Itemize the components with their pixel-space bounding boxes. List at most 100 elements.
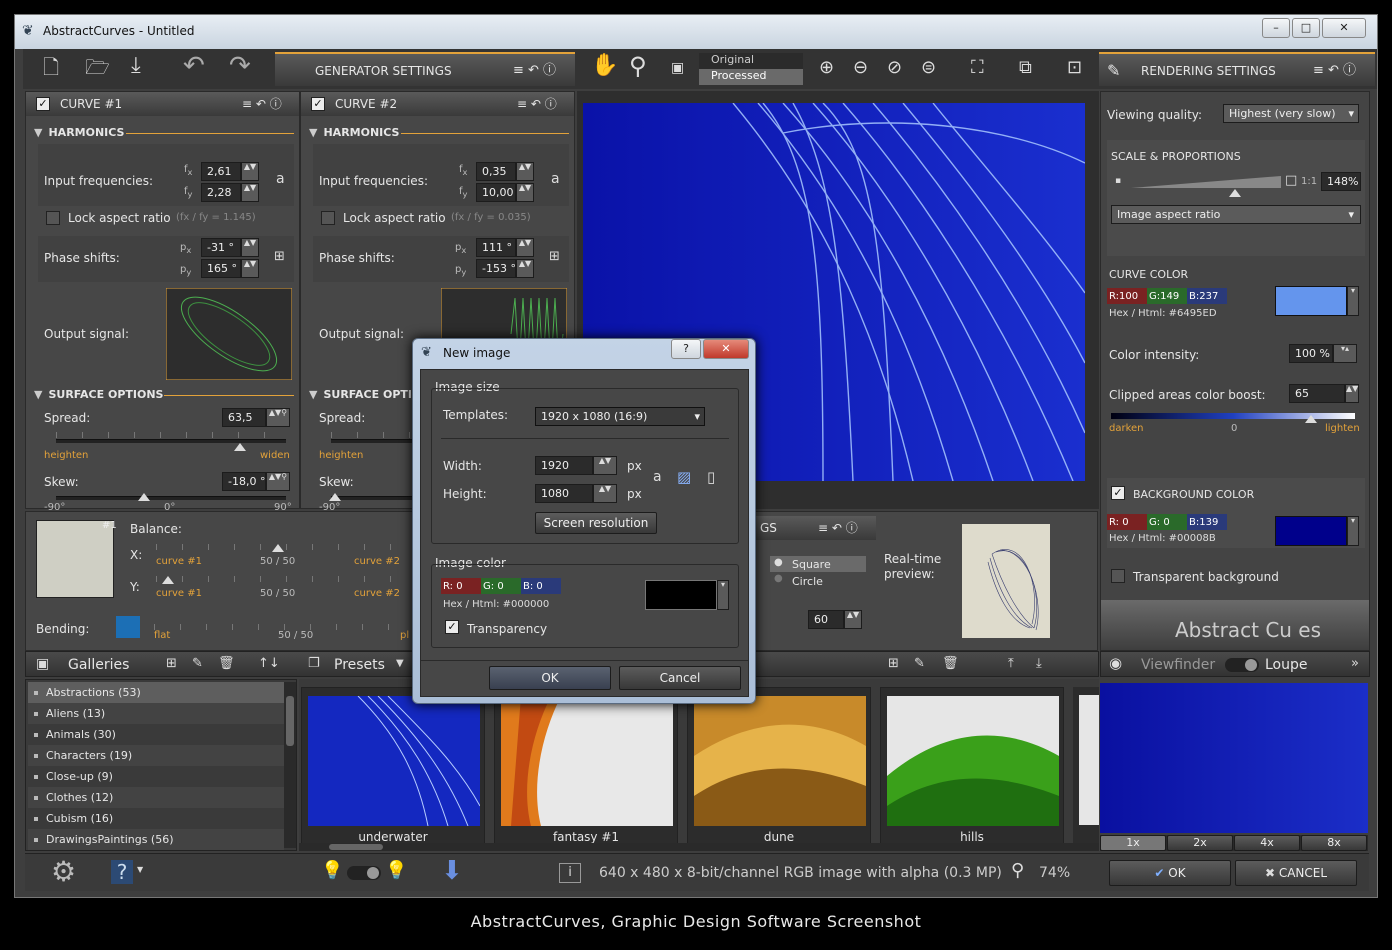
save-download-icon[interactable]: ⤓: [131, 55, 141, 77]
chain-lock-icon[interactable]: a: [276, 172, 285, 186]
curve-color-dropdown[interactable]: ▾: [1347, 286, 1359, 316]
view-original-button[interactable]: Original: [699, 53, 803, 69]
shape-value-input[interactable]: 60: [808, 610, 844, 629]
add-gallery-icon[interactable]: ⊞: [166, 657, 177, 670]
new-file-icon[interactable]: 🗋: [43, 57, 59, 77]
preset-scrollbar[interactable]: [299, 843, 1099, 851]
gallery-item[interactable]: Aliens (13): [28, 703, 284, 724]
preset-thumbnail[interactable]: fantasy #1: [494, 687, 678, 847]
close-window-button[interactable]: ✕: [1322, 18, 1366, 38]
boost-input[interactable]: 65: [1289, 384, 1345, 403]
expand-icon[interactable]: »: [1351, 657, 1359, 670]
spread-slider[interactable]: [331, 439, 421, 443]
scale-ramp[interactable]: [1131, 176, 1281, 188]
menu-icon[interactable]: ≡ ↶ ⓘ: [517, 92, 557, 116]
menu-icon[interactable]: ≡ ↶ ⓘ: [242, 92, 282, 116]
skew-thumb[interactable]: [138, 493, 150, 501]
harmonics-section[interactable]: ▼ HARMONICS: [34, 126, 124, 139]
curve1-enable-checkbox[interactable]: ✓: [36, 97, 50, 111]
py-stepper[interactable]: ▲▼: [241, 259, 259, 278]
px-stepper[interactable]: ▲▼: [241, 238, 259, 257]
preset-thumbnail[interactable]: underwater: [301, 687, 485, 847]
preset-thumbnail[interactable]: dune: [687, 687, 871, 847]
zoom-1x-button[interactable]: 1x: [1100, 835, 1166, 851]
bulb-off-icon[interactable]: 💡: [321, 862, 343, 880]
fx-stepper[interactable]: ▲▼: [241, 162, 259, 181]
dialog-close-button[interactable]: ✕: [703, 339, 749, 359]
fx-input[interactable]: 0,35: [476, 162, 516, 181]
gallery-item[interactable]: Clothes (12): [28, 787, 284, 808]
fullscreen-icon[interactable]: ⧉: [1019, 59, 1032, 77]
aspect-select[interactable]: Image aspect ratio ▾: [1111, 205, 1361, 224]
edit-preset-icon[interactable]: ✎: [914, 657, 925, 670]
zoom-2x-button[interactable]: 2x: [1167, 835, 1233, 851]
fx-input[interactable]: 2,61: [201, 162, 241, 181]
open-folder-icon[interactable]: 🗁: [85, 57, 110, 77]
gallery-item[interactable]: Close-up (9): [28, 766, 284, 787]
balance-x-thumb[interactable]: [272, 544, 284, 552]
intensity-input[interactable]: 100 %: [1289, 344, 1333, 363]
surface-options-section[interactable]: ▼ SURFACE OPTIONS: [34, 388, 163, 401]
hand-pan-icon[interactable]: ✋: [591, 55, 618, 77]
light-toggle[interactable]: [347, 866, 381, 880]
image-color-swatch[interactable]: [645, 580, 717, 610]
preset-thumbnail[interactable]: hills: [880, 687, 1064, 847]
py-input[interactable]: -153 °: [476, 259, 516, 278]
boost-thumb[interactable]: [1305, 415, 1317, 423]
image-view-icon[interactable]: ▣: [671, 61, 684, 75]
help-dropdown-icon[interactable]: ▼: [137, 866, 143, 874]
width-input[interactable]: 1920: [535, 456, 593, 475]
phase-link-icon[interactable]: ⊞: [274, 250, 285, 263]
screen-resolution-button[interactable]: Screen resolution: [535, 512, 657, 534]
zoom-menu-icon[interactable]: ⊜: [921, 59, 936, 77]
fy-stepper[interactable]: ▲▼: [516, 183, 534, 202]
spread-thumb[interactable]: [234, 443, 246, 451]
px-input[interactable]: 111 °: [476, 238, 516, 257]
help-icon[interactable]: ?: [111, 860, 133, 884]
presets-title[interactable]: Presets: [334, 657, 385, 673]
curve2-enable-checkbox[interactable]: ✓: [311, 97, 325, 111]
height-input[interactable]: 1080: [535, 484, 593, 503]
zoom-8x-button[interactable]: 8x: [1301, 835, 1367, 851]
dialog-cancel-button[interactable]: Cancel: [619, 666, 741, 690]
boost-stepper[interactable]: ▲▼: [1345, 384, 1359, 403]
menu-icon[interactable]: ≡ ↶ ⓘ: [1313, 54, 1356, 88]
maximize-button[interactable]: □: [1292, 18, 1320, 38]
transparent-bg-checkbox[interactable]: [1111, 569, 1125, 583]
menu-icon[interactable]: ≡ ↶ ⓘ: [513, 54, 556, 88]
one-to-one-label[interactable]: 1:1: [1301, 176, 1317, 187]
chain-lock-icon[interactable]: a: [653, 470, 662, 484]
skew-slider[interactable]: [56, 496, 286, 500]
preset-thumbnail-partial[interactable]: [1073, 687, 1099, 847]
background-color-swatch[interactable]: [1275, 516, 1347, 546]
skew-input[interactable]: -18,0 °: [222, 472, 266, 491]
image-size-icon[interactable]: ▨: [677, 470, 691, 485]
spread-input[interactable]: 63,5: [222, 408, 266, 427]
templates-select[interactable]: 1920 x 1080 (16:9) ▾: [535, 407, 705, 426]
scale-thumb[interactable]: [1229, 189, 1241, 197]
screen-preview-icon[interactable]: ⊡: [1067, 59, 1082, 77]
sort-icon[interactable]: ↑↓: [258, 657, 280, 670]
gallery-item[interactable]: DrawingsPaintings (56): [28, 829, 284, 850]
loupe-tab[interactable]: Loupe: [1265, 657, 1308, 673]
redo-icon[interactable]: ↷: [229, 53, 251, 79]
apply-down-arrow-icon[interactable]: ⬇: [441, 858, 463, 884]
undo-icon[interactable]: ↶: [183, 53, 205, 79]
delete-preset-icon[interactable]: 🗑: [942, 657, 959, 670]
phase-link-icon[interactable]: ⊞: [549, 250, 560, 263]
shape-value-stepper[interactable]: ▲▼: [844, 610, 862, 629]
circle-label[interactable]: Circle: [792, 575, 823, 588]
mix-preview-thumbnail[interactable]: [36, 520, 114, 598]
fy-stepper[interactable]: ▲▼: [241, 183, 259, 202]
download-icon[interactable]: ⤓: [1036, 657, 1042, 670]
surface-options-section[interactable]: ▼ SURFACE OPTIO: [309, 388, 421, 401]
px-input[interactable]: -31 °: [201, 238, 241, 257]
fit-image-icon[interactable]: ⛶: [971, 59, 984, 77]
scale-value-input[interactable]: 148%: [1321, 172, 1361, 191]
fy-input[interactable]: 10,00: [476, 183, 516, 202]
lock-aspect-checkbox[interactable]: [321, 211, 335, 225]
bulb-on-icon[interactable]: 💡: [385, 862, 407, 880]
py-input[interactable]: 165 °: [201, 259, 241, 278]
viewfinder-preview[interactable]: [1100, 683, 1368, 833]
image-color-dropdown[interactable]: ▾: [717, 580, 729, 610]
